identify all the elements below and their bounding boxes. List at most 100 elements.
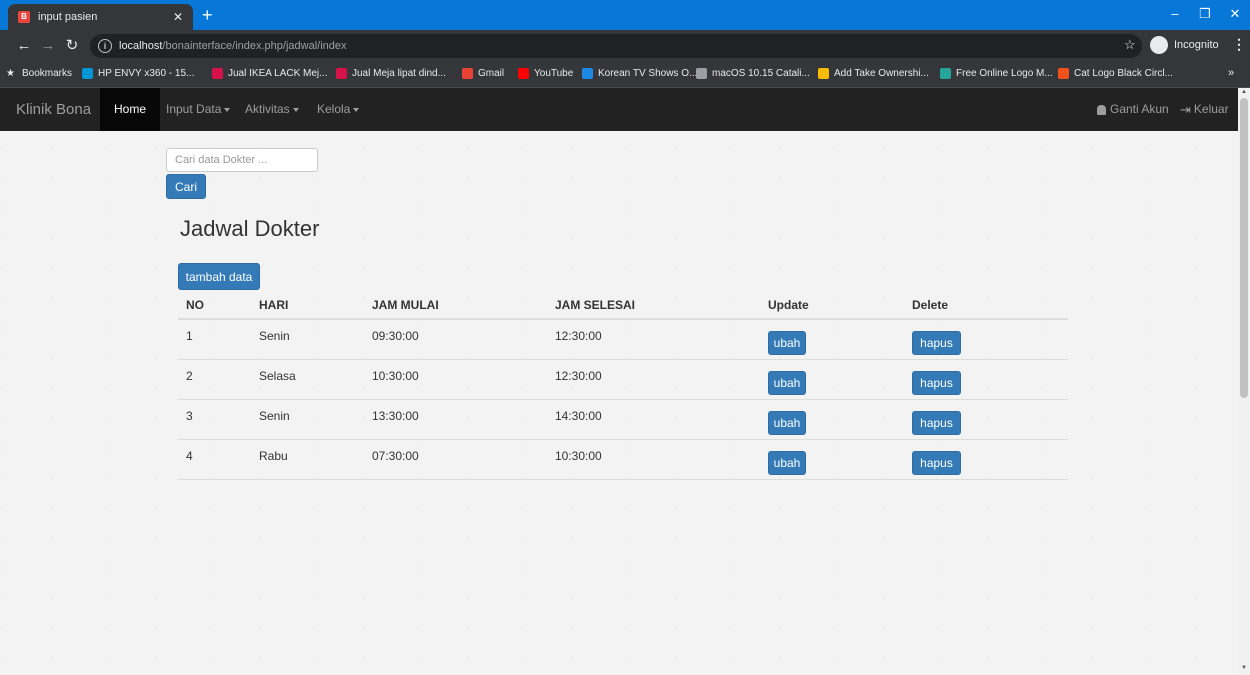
reload-icon[interactable]: ↻ xyxy=(62,36,82,56)
incognito-icon xyxy=(1150,36,1168,54)
bookmark-item[interactable]: YouTube xyxy=(518,68,573,79)
bookmark-label: macOS 10.15 Catali... xyxy=(712,68,810,79)
scroll-up-icon[interactable]: ▲ xyxy=(1241,89,1247,95)
cell-jam-mulai: 10:30:00 xyxy=(364,359,547,400)
cell-delete: hapus xyxy=(904,399,1068,440)
bookmark-item[interactable]: HP ENVY x360 - 15... xyxy=(82,68,194,79)
bookmark-label: Korean TV Shows O... xyxy=(598,68,698,79)
bookmark-item[interactable]: Korean TV Shows O... xyxy=(582,68,697,79)
edit-button[interactable]: ubah xyxy=(768,411,806,435)
edit-button[interactable]: ubah xyxy=(768,331,806,355)
bookmark-favicon-icon xyxy=(82,68,93,79)
bookmark-label: Free Online Logo M... xyxy=(956,68,1053,79)
cell-hari-text: Rabu xyxy=(259,449,288,463)
browser-tab[interactable]: B input pasien ✕ xyxy=(8,4,193,30)
cell-jam-mulai-text: 07:30:00 xyxy=(372,449,419,463)
delete-button[interactable]: hapus xyxy=(912,451,961,475)
bookmark-label: Cat Logo Black Circl... xyxy=(1074,68,1173,79)
back-icon[interactable]: ← xyxy=(14,36,34,56)
cell-jam-mulai: 07:30:00 xyxy=(364,439,547,480)
bookmark-star-icon[interactable]: ☆ xyxy=(1124,37,1136,53)
search-doctor-input[interactable] xyxy=(166,148,318,172)
new-tab-icon[interactable]: + xyxy=(202,5,213,25)
tab-close-icon[interactable]: ✕ xyxy=(169,10,187,24)
logout-link[interactable]: ⇥ Keluar xyxy=(1180,88,1229,131)
nav-item-kelola[interactable]: Kelola xyxy=(317,88,360,131)
browser-titlebar: B input pasien ✕ + – ❐ ✕ xyxy=(0,0,1250,30)
scroll-down-icon[interactable]: ▼ xyxy=(1241,665,1247,671)
table-body: 1 Senin 09:30:00 12:30:00 ubah hapus 2 Selasa 10… xyxy=(178,319,1068,480)
site-info-icon[interactable]: i xyxy=(98,39,112,53)
column-header-no: NO xyxy=(178,292,251,320)
cell-delete: hapus xyxy=(904,359,1068,400)
nav-item-input-data[interactable]: Input Data xyxy=(166,88,231,131)
cell-hari: Selasa xyxy=(251,359,364,400)
cell-jam-selesai-text: 10:30:00 xyxy=(555,449,602,463)
bookmark-label: Bookmarks xyxy=(22,68,73,79)
bookmark-item[interactable]: Add Take Ownershi... xyxy=(818,68,929,79)
column-header-jam-selesai: JAM SELESAI xyxy=(547,292,760,320)
bookmark-item[interactable]: Jual Meja lipat dind... xyxy=(336,68,446,79)
delete-button[interactable]: hapus xyxy=(912,411,961,435)
cell-hari: Rabu xyxy=(251,439,364,480)
bookmark-item[interactable]: macOS 10.15 Catali... xyxy=(696,68,810,79)
more-bookmarks-icon[interactable]: » xyxy=(1228,67,1234,79)
cell-no-text: 2 xyxy=(186,369,193,383)
cell-jam-mulai: 13:30:00 xyxy=(364,399,547,440)
nav-item-aktivitas[interactable]: Aktivitas xyxy=(245,88,299,131)
edit-button[interactable]: ubah xyxy=(768,451,806,475)
page-viewport: Klinik Bona Home Input Data Aktivitas Ke… xyxy=(0,88,1238,675)
delete-button[interactable]: hapus xyxy=(912,331,961,355)
caret-down-icon xyxy=(224,107,231,112)
add-data-button[interactable]: tambah data xyxy=(178,263,260,290)
navbar-brand[interactable]: Klinik Bona xyxy=(16,101,91,118)
maximize-icon[interactable]: ❐ xyxy=(1190,0,1220,30)
column-header-hari: HARI xyxy=(251,292,364,320)
nav-item-home[interactable]: Home xyxy=(100,88,161,131)
cell-jam-selesai-text: 14:30:00 xyxy=(555,409,602,423)
logout-label: Keluar xyxy=(1193,102,1229,116)
incognito-indicator[interactable]: Incognito xyxy=(1150,36,1219,54)
bookmarks-bar: ★ Bookmarks HP ENVY x360 - 15... Jual IKEA … xyxy=(0,62,1250,88)
nav-item-label: Kelola xyxy=(317,102,351,116)
page-scrollbar[interactable]: ▲ ▼ xyxy=(1238,88,1250,675)
cell-no-text: 4 xyxy=(186,449,193,463)
browser-menu-icon[interactable]: ⋮ xyxy=(1232,36,1246,53)
minimize-icon[interactable]: – xyxy=(1160,0,1190,30)
table-row: 4 Rabu 07:30:00 10:30:00 ubah hapus xyxy=(178,439,1068,480)
bookmark-favicon-icon xyxy=(1058,68,1069,79)
bookmark-favicon-icon xyxy=(940,68,951,79)
bookmark-item[interactable]: Jual IKEA LACK Mej... xyxy=(212,68,328,79)
search-button[interactable]: Cari xyxy=(166,174,206,199)
url-host: localhost xyxy=(119,40,163,52)
column-header-update: Update xyxy=(760,292,904,320)
bookmark-item[interactable]: Free Online Logo M... xyxy=(940,68,1053,79)
column-header-jam-mulai: JAM MULAI xyxy=(364,292,547,320)
cell-hari-text: Senin xyxy=(259,409,290,423)
forward-icon[interactable]: → xyxy=(38,36,58,56)
edit-button[interactable]: ubah xyxy=(768,371,806,395)
bookmark-item[interactable]: Gmail xyxy=(462,68,504,79)
cell-no-text: 1 xyxy=(186,329,193,343)
user-icon xyxy=(1097,104,1106,115)
incognito-label: Incognito xyxy=(1174,39,1219,51)
delete-button[interactable]: hapus xyxy=(912,371,961,395)
browser-toolbar: ← → ↻ i localhost /bonainterface/index.p… xyxy=(0,30,1250,62)
cell-jam-selesai: 12:30:00 xyxy=(547,359,760,400)
bookmark-label: Jual IKEA LACK Mej... xyxy=(228,68,328,79)
page-favicon-icon: B xyxy=(18,11,30,23)
cell-no-text: 3 xyxy=(186,409,193,423)
scrollbar-thumb[interactable] xyxy=(1240,98,1248,398)
bookmark-item[interactable]: Cat Logo Black Circl... xyxy=(1058,68,1173,79)
cell-jam-selesai-text: 12:30:00 xyxy=(555,329,602,343)
switch-account-label: Ganti Akun xyxy=(1110,102,1169,116)
address-bar[interactable]: i localhost /bonainterface/index.php/jad… xyxy=(90,34,1142,58)
bookmark-favicon-icon xyxy=(696,68,707,79)
cell-jam-mulai: 09:30:00 xyxy=(364,319,547,360)
window-close-icon[interactable]: ✕ xyxy=(1220,0,1250,30)
schedule-table: NO HARI JAM MULAI JAM SELESAI Update Del… xyxy=(178,292,1068,480)
cell-update: ubah xyxy=(760,439,904,480)
switch-account-link[interactable]: Ganti Akun xyxy=(1097,88,1169,131)
bookmarks-folder[interactable]: ★ Bookmarks xyxy=(6,68,72,79)
cell-hari: Senin xyxy=(251,319,364,360)
